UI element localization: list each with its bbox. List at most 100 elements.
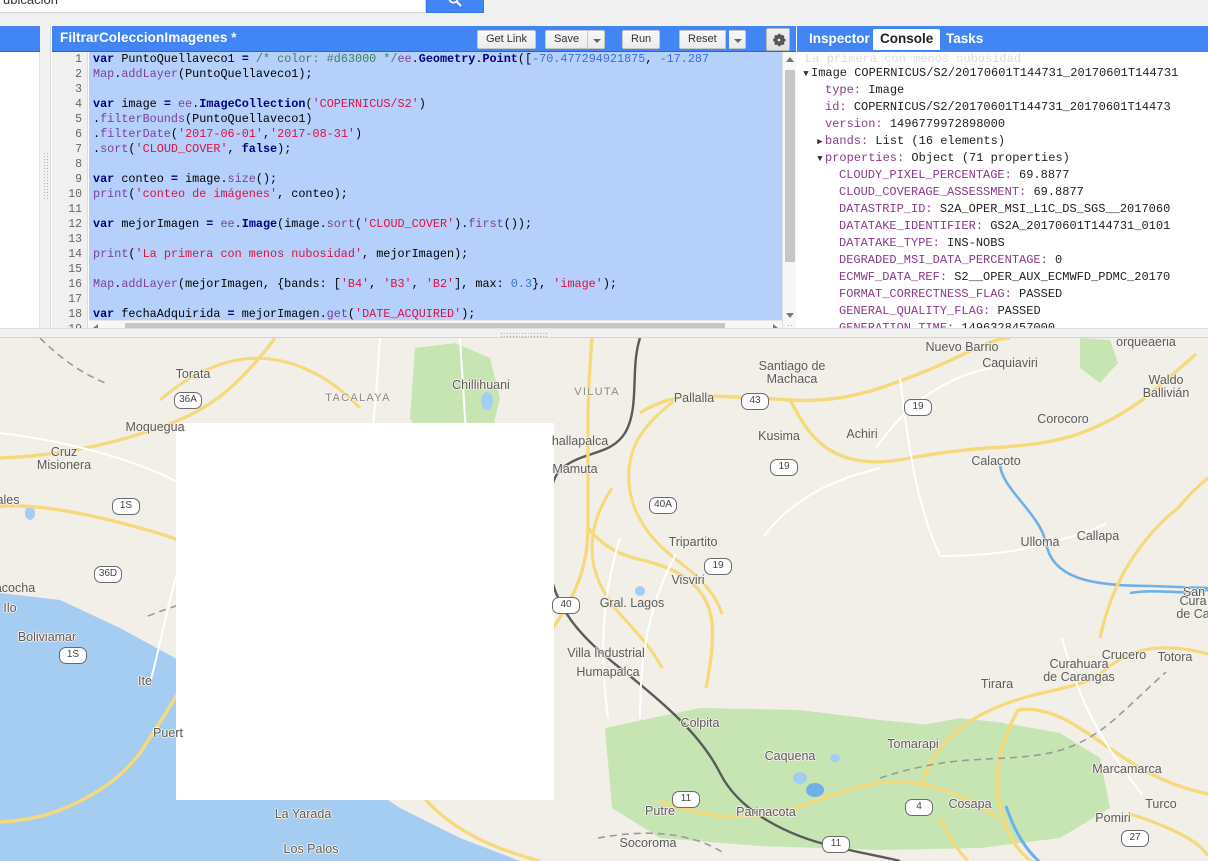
line-number-gutter: 1 2 3 4 5 6 7 8 9 10 11 12 13 14 15 16 1… (52, 52, 88, 334)
console-row-value: Object (71 properties) (911, 151, 1070, 165)
editor-vertical-scrollbar[interactable] (782, 52, 796, 334)
map-place-label: Tirara (980, 677, 1014, 691)
console-row-key: DATASTRIP_ID: (839, 202, 940, 216)
line-number: 1 (75, 53, 82, 66)
map-place-label: Santiago de Machaca (758, 359, 826, 386)
twisty-collapsed-icon[interactable]: ▶ (815, 134, 825, 151)
console-row[interactable]: DATASTRIP_ID: S2A_OPER_MSI_L1C_DS_SGS__2… (797, 201, 1208, 218)
line-number: 11 (68, 203, 82, 216)
save-button[interactable]: Save (545, 30, 589, 49)
editor-body[interactable]: 1 2 3 4 5 6 7 8 9 10 11 12 13 14 15 16 1… (52, 52, 796, 334)
top-search-strip: ubicacion (0, 0, 1208, 26)
route-shield: 4 (905, 799, 933, 816)
get-link-button[interactable]: Get Link (477, 30, 536, 49)
vertical-splitter[interactable] (40, 26, 51, 334)
editor-settings-button[interactable] (766, 28, 790, 51)
console-row[interactable]: GENERAL_QUALITY_FLAG: PASSED (797, 303, 1208, 320)
map-place-label: Mamuta (552, 462, 598, 476)
console-row[interactable]: type: Image (797, 82, 1208, 99)
map-place-label: Chillihuani (452, 378, 510, 392)
console-row[interactable]: DEGRADED_MSI_DATA_PERCENTAGE: 0 (797, 252, 1208, 269)
map-place-label: La Yarada (274, 807, 332, 821)
scrollbar-thumb[interactable] (785, 70, 795, 262)
console-row[interactable]: CLOUD_COVERAGE_ASSESSMENT: 69.8877 (797, 184, 1208, 201)
map-place-label: Ite (138, 674, 152, 688)
reset-dropdown-arrow[interactable] (729, 30, 746, 49)
console-row[interactable]: FORMAT_CORRECTNESS_FLAG: PASSED (797, 286, 1208, 303)
code-editor-panel: FiltrarColeccionImagenes * Get Link Save… (52, 26, 796, 334)
map-view[interactable]: Torata TACALAYA Chillihuani VILUTA Pallalla S… (0, 338, 1208, 861)
map-place-label: Caquiaviri (982, 356, 1038, 370)
search-input[interactable]: ubicacion (0, 0, 426, 13)
console-output[interactable]: La primera con menos nubosidad ▼ Image CO… (797, 52, 1208, 334)
code-line: var mejorImagen = ee.Image(image.sort('C… (93, 217, 533, 231)
console-row-key: DEGRADED_MSI_DATA_PERCENTAGE: (839, 253, 1056, 267)
script-title: FiltrarColeccionImagenes * (60, 30, 237, 45)
console-row-value: COPERNICUS/S2/20170601T144731_20170601T1… (854, 66, 1179, 80)
map-place-label: Marcamarca (1092, 762, 1162, 776)
reset-button[interactable]: Reset (679, 30, 726, 49)
console-row[interactable]: ECMWF_DATA_REF: S2__OPER_AUX_ECMWFD_PDMC… (797, 269, 1208, 286)
scroll-down-icon[interactable] (786, 313, 794, 318)
route-shield: 36D (94, 566, 122, 583)
map-place-label: TACALAYA (325, 392, 391, 404)
console-row[interactable]: ▶ bands: List (16 elements) (797, 133, 1208, 150)
code-text-area[interactable]: var PuntoQuellaveco1 = /* color: #d63000… (89, 52, 782, 334)
console-row-key: DATATAKE_TYPE: (839, 236, 948, 250)
route-shield: 1S (59, 647, 87, 664)
map-place-label: Calacoto (971, 454, 1021, 468)
save-dropdown-arrow[interactable] (588, 30, 605, 49)
map-place-label: Gral. Lagos (599, 596, 665, 610)
console-row[interactable]: DATATAKE_IDENTIFIER: GS2A_20170601T14473… (797, 218, 1208, 235)
console-row[interactable]: ▼ properties: Object (71 properties) (797, 150, 1208, 167)
console-row[interactable]: DATATAKE_TYPE: INS-NOBS (797, 235, 1208, 252)
map-place-label: Moquegua (125, 420, 185, 434)
console-row-value: COPERNICUS/S2/20170601T144731_20170601T1… (853, 100, 1171, 114)
run-button[interactable]: Run (622, 30, 661, 49)
splitter-grip-icon (43, 152, 48, 200)
console-row-key: properties: (825, 151, 912, 165)
console-row-value: 69.8877 (1019, 168, 1070, 182)
console-row[interactable]: id: COPERNICUS/S2/20170601T144731_201706… (797, 99, 1208, 116)
console-row-key: ECMWF_DATA_REF: (839, 270, 955, 284)
console-row-key: id: (825, 100, 854, 114)
tab-console[interactable]: Console (873, 29, 941, 50)
map-place-label: Turco (1145, 797, 1177, 811)
route-shield: 19 (904, 399, 932, 416)
map-place-label: ales (0, 493, 20, 507)
route-shield: 40 (552, 597, 580, 614)
twisty-expanded-icon[interactable]: ▼ (801, 66, 811, 83)
console-row-value: PASSED (1019, 287, 1063, 301)
console-row[interactable]: version: 1496779972898000 (797, 116, 1208, 133)
map-place-label: Cruz Misionera (36, 445, 92, 472)
console-row-key: bands: (825, 134, 876, 148)
scripts-panel[interactable] (0, 26, 40, 334)
line-number: 18 (68, 308, 82, 321)
editor-header: FiltrarColeccionImagenes * Get Link Save… (52, 26, 796, 52)
search-button[interactable] (426, 0, 484, 13)
map-place-label: Nuevo Barrio (925, 340, 999, 354)
map-place-label: Waldo Ballivián (1142, 373, 1190, 400)
tab-tasks[interactable]: Tasks (939, 29, 990, 50)
code-line: .filterDate('2017-06-01','2017-08-31') (93, 127, 363, 141)
console-row-value: 0 (1055, 253, 1063, 267)
console-row[interactable]: CLOUDY_PIXEL_PERCENTAGE: 69.8877 (797, 167, 1208, 184)
scroll-up-icon[interactable] (786, 57, 794, 62)
map-place-label: Cura de Ca (1176, 594, 1208, 621)
console-row[interactable]: ▼ Image COPERNICUS/S2/20170601T144731_201… (797, 65, 1208, 82)
route-shield: 19 (704, 558, 732, 575)
code-line: var conteo = image.size(); (93, 172, 278, 186)
route-shield: 11 (822, 836, 850, 853)
code-line: .filterBounds(PuntoQuellaveco1) (93, 112, 313, 126)
twisty-expanded-icon[interactable]: ▼ (815, 151, 825, 168)
line-number: 10 (68, 188, 82, 201)
tab-inspector[interactable]: Inspector (802, 29, 877, 50)
horizontal-splitter[interactable] (0, 328, 1208, 338)
console-row-key: CLOUDY_PIXEL_PERCENTAGE: (839, 168, 1020, 182)
map-place-label: Los Palos (283, 842, 339, 856)
map-place-label: acocha (0, 581, 36, 595)
line-number: 4 (75, 98, 82, 111)
line-number: 9 (75, 173, 82, 186)
